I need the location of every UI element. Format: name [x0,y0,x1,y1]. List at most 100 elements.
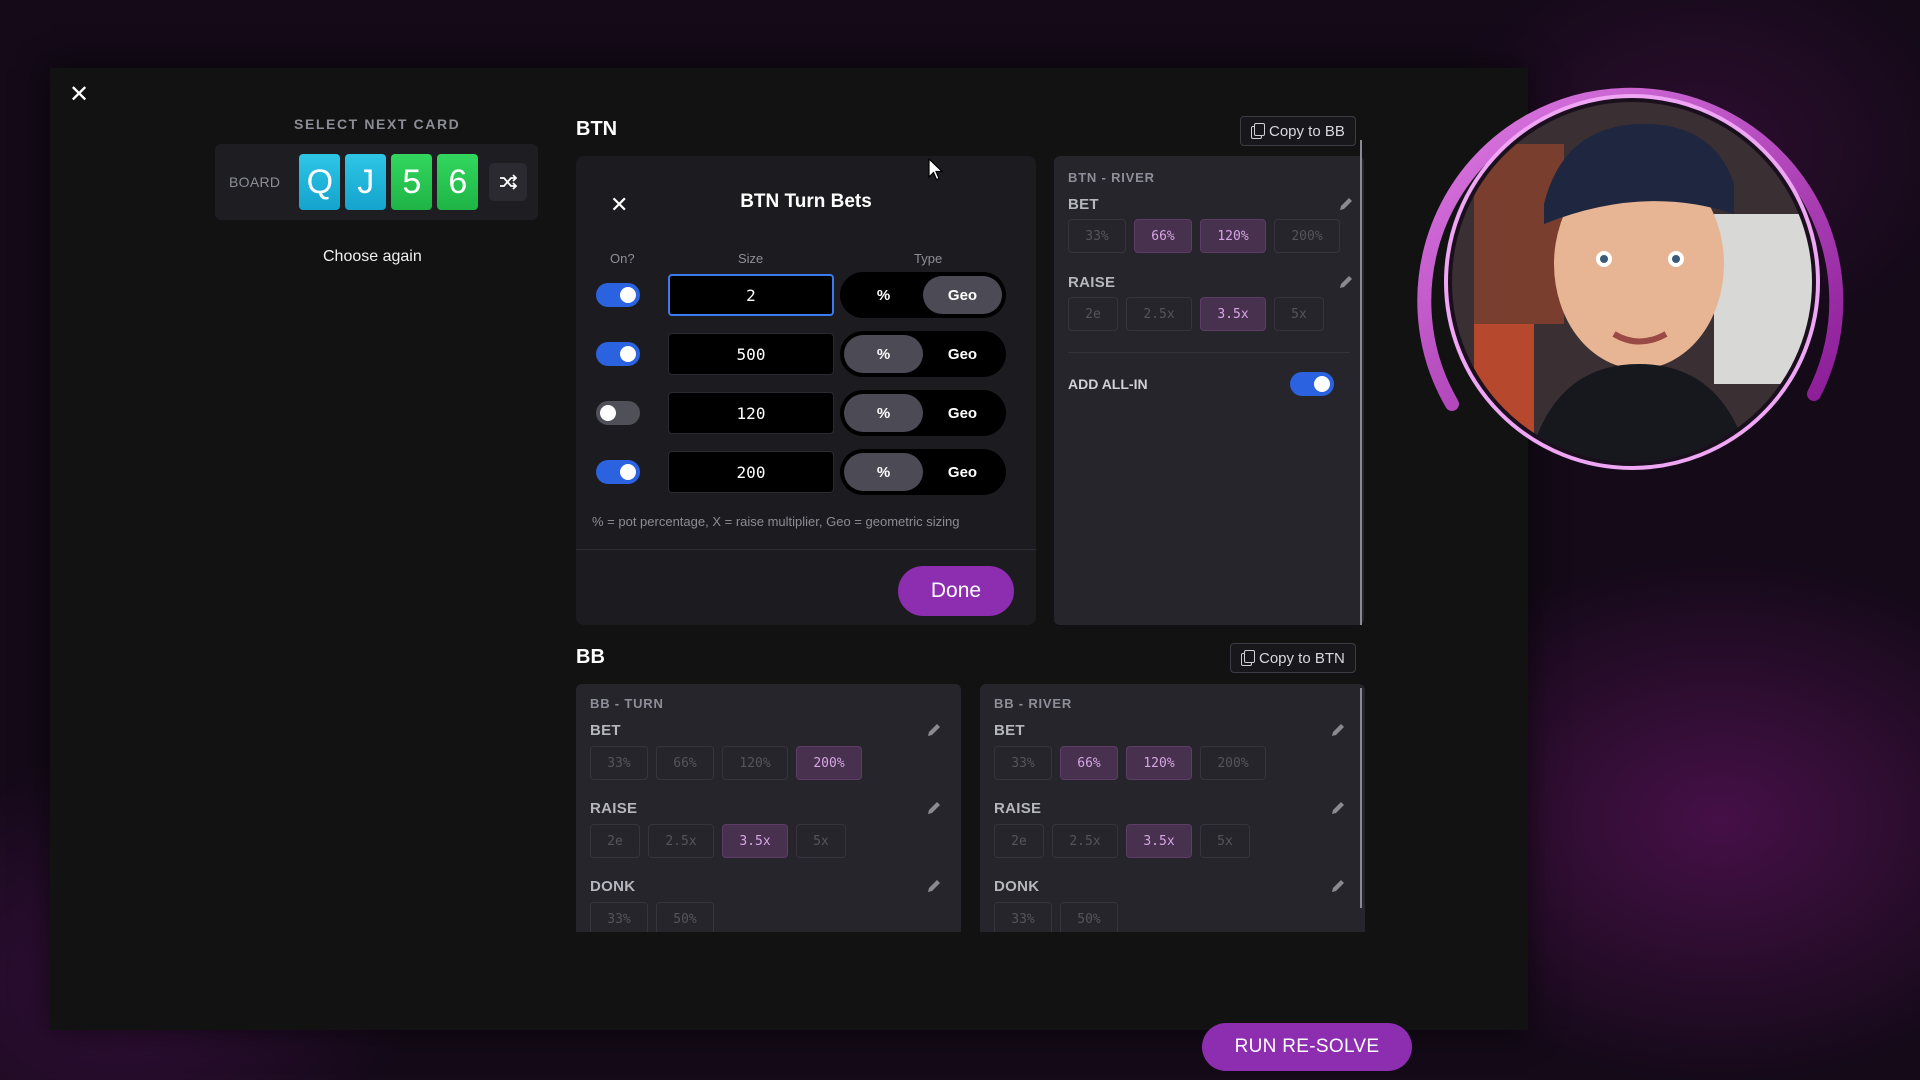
type-pct-option[interactable]: % [844,453,923,491]
copy-to-bb-label: Copy to BB [1269,122,1345,140]
add-all-in-toggle[interactable] [1290,372,1334,396]
copy-to-btn-button[interactable]: Copy to BTN [1230,643,1356,673]
done-button[interactable]: Done [898,566,1014,616]
bet-chip[interactable]: 200% [1200,746,1266,780]
bet-type-toggle[interactable]: % Geo [840,449,1006,495]
raise-chip[interactable]: 5x [796,824,846,858]
bet-chip[interactable]: 66% [1134,219,1192,253]
bet-row: % Geo [596,449,1022,495]
type-geo-option[interactable]: Geo [923,453,1002,491]
copy-icon [1241,650,1255,666]
bb-river-panel: BB - RIVER BET 33% 66% 120% 200% RAISE 2… [980,684,1365,932]
bet-size-input[interactable] [668,392,834,434]
board-card-j[interactable]: J [345,154,387,210]
pencil-icon[interactable] [1338,196,1354,212]
bet-chip[interactable]: 66% [656,746,714,780]
panel-title: BTN - RIVER [1068,170,1155,185]
bet-size-input[interactable] [668,451,834,493]
bet-type-toggle[interactable]: % Geo [840,390,1006,436]
bet-row: % Geo [596,272,1022,318]
raise-chips: 2e 2.5x 3.5x 5x [590,824,846,858]
raise-chips: 2e 2.5x 3.5x 5x [994,824,1250,858]
solver-window: ✕ SELECT NEXT CARD BOARD Q J 5 6 Choose … [50,68,1528,1071]
type-pct-option[interactable]: % [844,276,923,314]
bet-type-toggle[interactable]: % Geo [840,272,1006,318]
bet-chip[interactable]: 33% [1068,219,1126,253]
donk-chip[interactable]: 50% [656,902,714,932]
raise-chip[interactable]: 2e [1068,297,1118,331]
bet-chip[interactable]: 200% [796,746,862,780]
bet-chip[interactable]: 66% [1060,746,1118,780]
board-card-6[interactable]: 6 [437,154,479,210]
add-all-in-label: ADD ALL-IN [1068,376,1148,392]
donk-chip[interactable]: 33% [590,902,648,932]
bet-row-toggle[interactable] [596,283,640,307]
bet-row-toggle[interactable] [596,401,640,425]
type-geo-option[interactable]: Geo [923,335,1002,373]
bet-chip[interactable]: 120% [722,746,788,780]
raise-chip[interactable]: 3.5x [1126,824,1192,858]
bet-row: % Geo [596,390,1022,436]
board-card-5[interactable]: 5 [391,154,433,210]
pencil-icon[interactable] [926,878,942,894]
raise-chips: 2e 2.5x 3.5x 5x [1068,297,1324,331]
raise-chip[interactable]: 2e [590,824,640,858]
bet-chip[interactable]: 200% [1274,219,1340,253]
divider [1068,352,1350,353]
scrollbar[interactable] [1360,688,1362,908]
raise-chip[interactable]: 5x [1274,297,1324,331]
pencil-icon[interactable] [1338,274,1354,290]
run-re-solve-button[interactable]: RUN RE-SOLVE [1202,1023,1412,1071]
bet-row-toggle[interactable] [596,460,640,484]
board-card-q[interactable]: Q [299,154,341,210]
close-icon[interactable]: ✕ [66,82,92,108]
scrollbar[interactable] [1360,140,1362,625]
donk-label: DONK [590,878,636,895]
pencil-icon[interactable] [926,722,942,738]
shuffle-icon [500,174,518,190]
shuffle-button[interactable] [489,163,528,201]
bet-size-input[interactable] [668,333,834,375]
panel-title: BB - TURN [590,696,664,711]
bet-chip[interactable]: 33% [994,746,1052,780]
pencil-icon[interactable] [1330,722,1346,738]
bet-chips: 33% 66% 120% 200% [1068,219,1340,253]
bet-chip[interactable]: 33% [590,746,648,780]
raise-chip[interactable]: 5x [1200,824,1250,858]
bet-chip[interactable]: 120% [1126,746,1192,780]
bet-size-input[interactable] [668,274,834,316]
bet-row-toggle[interactable] [596,342,640,366]
type-geo-option[interactable]: Geo [923,276,1002,314]
donk-label: DONK [994,878,1040,895]
pencil-icon[interactable] [1330,800,1346,816]
modal-divider [576,549,1036,550]
raise-label: RAISE [590,800,638,817]
col-on-header: On? [610,251,635,266]
mouse-cursor-icon [928,158,944,181]
modal-title: BTN Turn Bets [740,191,872,212]
raise-chip[interactable]: 3.5x [722,824,788,858]
donk-chip[interactable]: 33% [994,902,1052,932]
donk-chip[interactable]: 50% [1060,902,1118,932]
bet-chips: 33% 66% 120% 200% [994,746,1266,780]
bet-chip[interactable]: 120% [1200,219,1266,253]
bet-label: BET [1068,196,1099,213]
type-geo-option[interactable]: Geo [923,394,1002,432]
bb-section-title: BB [576,646,605,668]
type-pct-option[interactable]: % [844,335,923,373]
type-pct-option[interactable]: % [844,394,923,432]
raise-chip[interactable]: 2e [994,824,1044,858]
col-size-header: Size [738,251,764,266]
bet-label: BET [994,722,1025,739]
raise-chip[interactable]: 3.5x [1200,297,1266,331]
pencil-icon[interactable] [926,800,942,816]
bet-type-toggle[interactable]: % Geo [840,331,1006,377]
raise-chip[interactable]: 2.5x [1126,297,1192,331]
pencil-icon[interactable] [1330,878,1346,894]
raise-chip[interactable]: 2.5x [648,824,714,858]
btn-river-panel: BTN - RIVER BET 33% 66% 120% 200% RAISE … [1054,156,1364,625]
bet-label: BET [590,722,621,739]
copy-to-bb-button[interactable]: Copy to BB [1240,116,1356,146]
raise-chip[interactable]: 2.5x [1052,824,1118,858]
choose-again-link[interactable]: Choose again [323,248,422,266]
